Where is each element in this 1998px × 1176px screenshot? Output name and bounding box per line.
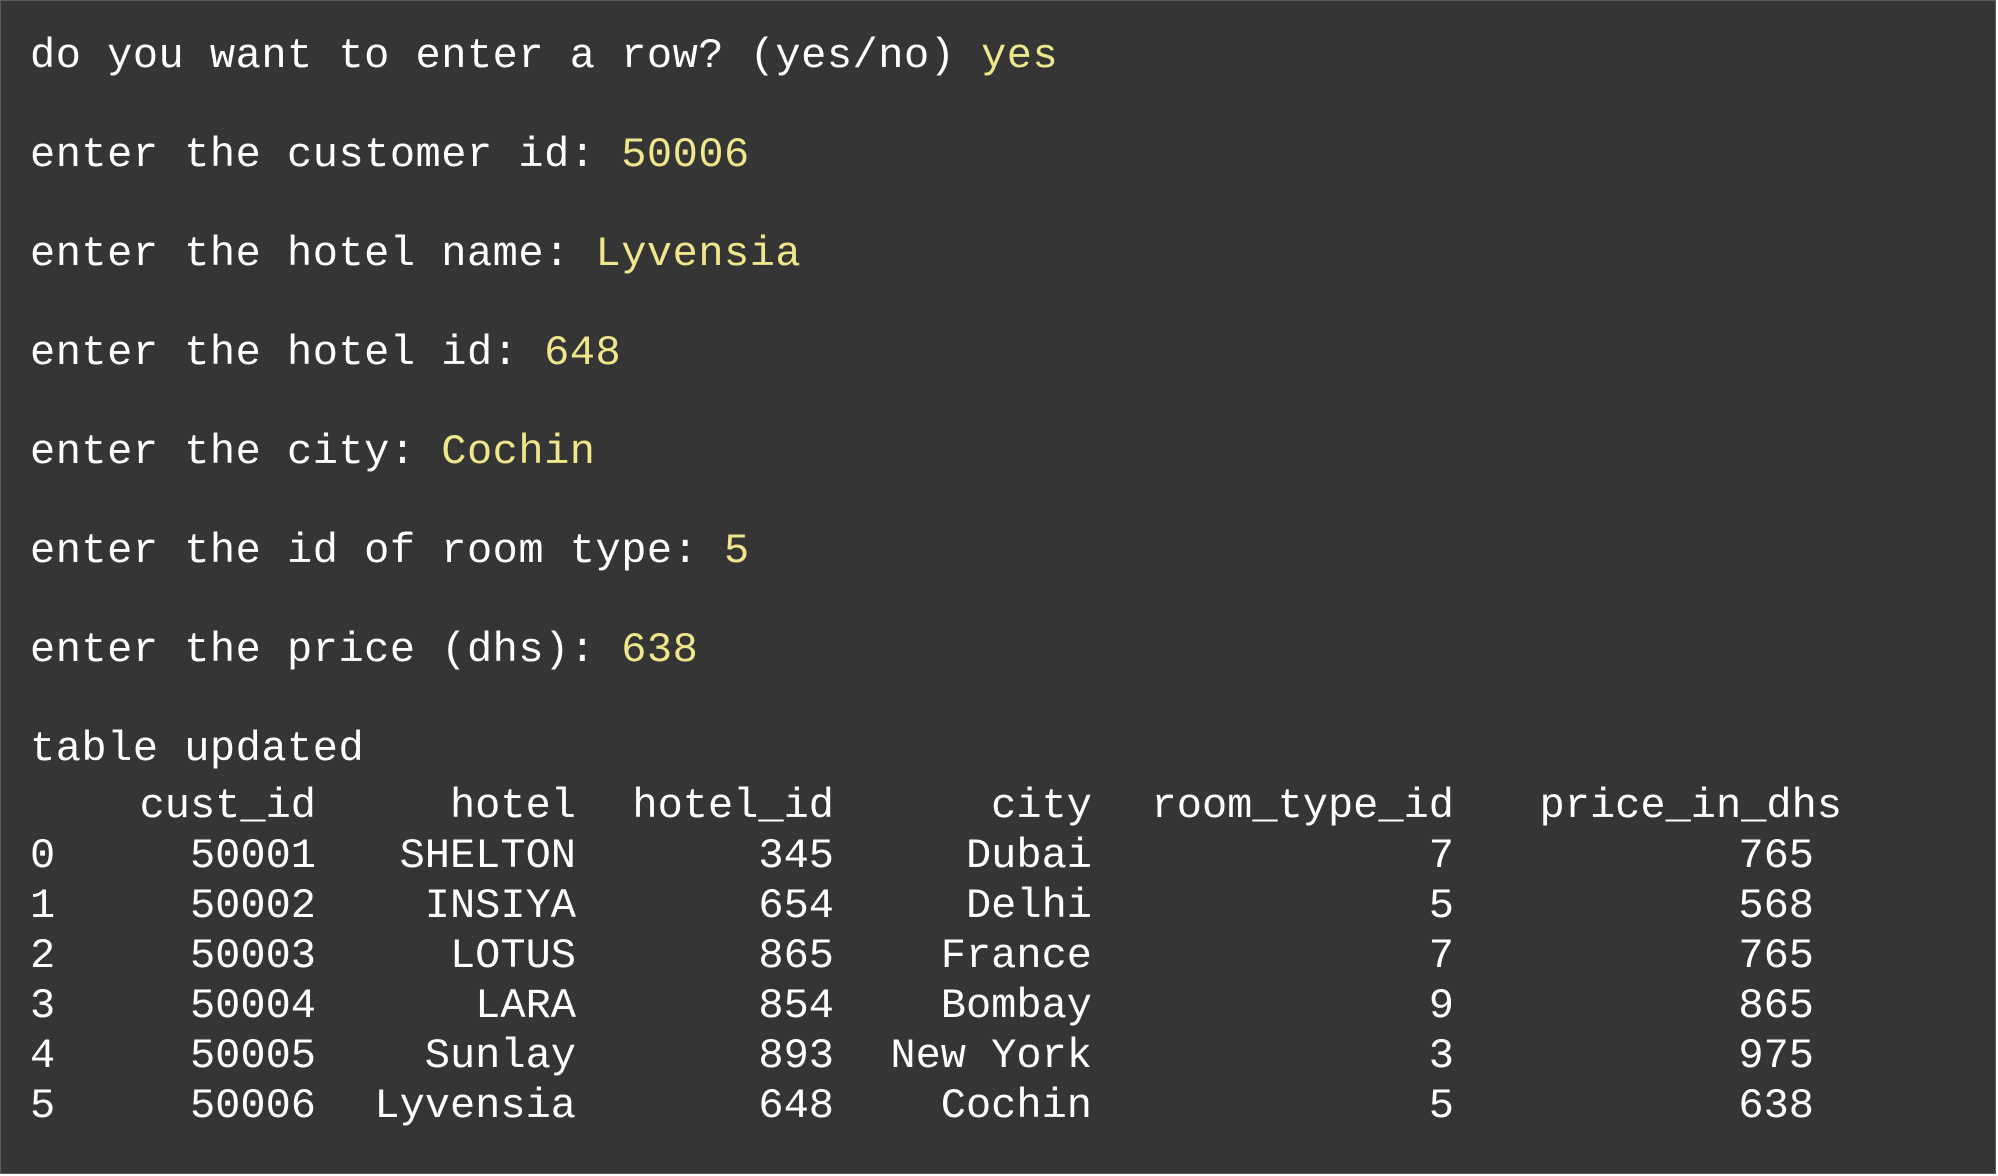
prompt-label: enter the city: bbox=[30, 428, 442, 476]
prompt-answer: 648 bbox=[544, 329, 622, 377]
cell-room-type-id: 7 bbox=[1428, 832, 1454, 880]
row-index: 0 bbox=[30, 832, 56, 880]
column-header-hotel-id: hotel_id bbox=[632, 782, 834, 830]
cell-cust-id: 50002 bbox=[189, 882, 316, 930]
cell-city: Dubai bbox=[965, 832, 1092, 880]
cell-room-type-id: 5 bbox=[1428, 1082, 1454, 1130]
cell-hotel-id: 654 bbox=[758, 882, 834, 930]
prompt-customer-id: enter the customer id: 50006 bbox=[30, 130, 750, 180]
row-index: 3 bbox=[30, 982, 56, 1030]
table-row: 1 50002 INSIYA 654 Delhi 5 568 bbox=[30, 881, 1814, 931]
cell-hotel-id: 893 bbox=[758, 1032, 834, 1080]
cell-hotel: LARA bbox=[475, 982, 576, 1030]
cell-room-type-id: 9 bbox=[1428, 982, 1454, 1030]
cell-room-type-id: 3 bbox=[1428, 1032, 1454, 1080]
column-header-hotel: hotel bbox=[449, 782, 576, 830]
row-index: 2 bbox=[30, 932, 56, 980]
cell-cust-id: 50001 bbox=[189, 832, 316, 880]
cell-city: New York bbox=[890, 1032, 1092, 1080]
prompt-label: enter the hotel name: bbox=[30, 230, 596, 278]
prompt-answer: 50006 bbox=[621, 131, 750, 179]
row-index: 5 bbox=[30, 1082, 56, 1130]
column-header-room-type-id: room_type_id bbox=[1151, 782, 1454, 830]
cell-price: 975 bbox=[1738, 1032, 1814, 1080]
prompt-hotel-name: enter the hotel name: Lyvensia bbox=[30, 229, 801, 279]
cell-hotel: LOTUS bbox=[449, 932, 576, 980]
prompt-answer: 5 bbox=[724, 527, 750, 575]
status-message: table updated bbox=[30, 725, 365, 773]
prompt-hotel-id: enter the hotel id: 648 bbox=[30, 328, 621, 378]
column-header-price: price_in_dhs bbox=[1539, 782, 1842, 830]
row-index: 4 bbox=[30, 1032, 56, 1080]
cell-room-type-id: 7 bbox=[1428, 932, 1454, 980]
column-header-city: city bbox=[991, 782, 1092, 830]
cell-price: 568 bbox=[1738, 882, 1814, 930]
column-header-cust-id: cust_id bbox=[139, 782, 316, 830]
prompt-answer: Lyvensia bbox=[595, 230, 802, 278]
cell-cust-id: 50005 bbox=[189, 1032, 316, 1080]
prompt-answer: Cochin bbox=[441, 428, 596, 476]
table-row: 4 50005 Sunlay 893 New York 3 975 bbox=[30, 1031, 1814, 1081]
cell-hotel-id: 648 bbox=[758, 1082, 834, 1130]
cell-cust-id: 50004 bbox=[189, 982, 316, 1030]
cell-price: 865 bbox=[1738, 982, 1814, 1030]
prompt-enter-row: do you want to enter a row? (yes/no) yes bbox=[30, 31, 1058, 81]
table-row: 3 50004 LARA 854 Bombay 9 865 bbox=[30, 981, 1814, 1031]
table-row: 5 50006 Lyvensia 648 Cochin 5 638 bbox=[30, 1081, 1814, 1131]
cell-city: France bbox=[940, 932, 1092, 980]
prompt-price: enter the price (dhs): 638 bbox=[30, 625, 698, 675]
prompt-answer: 638 bbox=[621, 626, 699, 674]
cell-room-type-id: 5 bbox=[1428, 882, 1454, 930]
cell-city: Bombay bbox=[940, 982, 1092, 1030]
prompt-city: enter the city: Cochin bbox=[30, 427, 596, 477]
dataframe-table: cust_id hotel hotel_id city room_type_id… bbox=[30, 781, 1842, 1131]
cell-hotel-id: 854 bbox=[758, 982, 834, 1030]
cell-price: 765 bbox=[1738, 832, 1814, 880]
prompt-label: enter the id of room type: bbox=[30, 527, 725, 575]
cell-price: 638 bbox=[1738, 1082, 1814, 1130]
prompt-label: do you want to enter a row? (yes/no) bbox=[30, 32, 982, 80]
prompt-label: enter the hotel id: bbox=[30, 329, 545, 377]
cell-hotel: Lyvensia bbox=[374, 1082, 576, 1130]
table-row: 0 50001 SHELTON 345 Dubai 7 765 bbox=[30, 831, 1814, 881]
cell-hotel: Sunlay bbox=[424, 1032, 576, 1080]
cell-cust-id: 50006 bbox=[189, 1082, 316, 1130]
cell-hotel-id: 345 bbox=[758, 832, 834, 880]
prompt-answer: yes bbox=[981, 32, 1059, 80]
prompt-label: enter the customer id: bbox=[30, 131, 622, 179]
cell-city: Cochin bbox=[940, 1082, 1092, 1130]
cell-hotel: INSIYA bbox=[424, 882, 576, 930]
row-index: 1 bbox=[30, 882, 56, 930]
table-header-row: cust_id hotel hotel_id city room_type_id… bbox=[30, 781, 1842, 831]
cell-hotel-id: 865 bbox=[758, 932, 834, 980]
prompt-label: enter the price (dhs): bbox=[30, 626, 622, 674]
cell-price: 765 bbox=[1738, 932, 1814, 980]
prompt-room-type: enter the id of room type: 5 bbox=[30, 526, 750, 576]
cell-city: Delhi bbox=[965, 882, 1092, 930]
cell-cust-id: 50003 bbox=[189, 932, 316, 980]
table-row: 2 50003 LOTUS 865 France 7 765 bbox=[30, 931, 1814, 981]
cell-hotel: SHELTON bbox=[399, 832, 576, 880]
terminal-output: do you want to enter a row? (yes/no) yes… bbox=[0, 0, 1996, 1174]
